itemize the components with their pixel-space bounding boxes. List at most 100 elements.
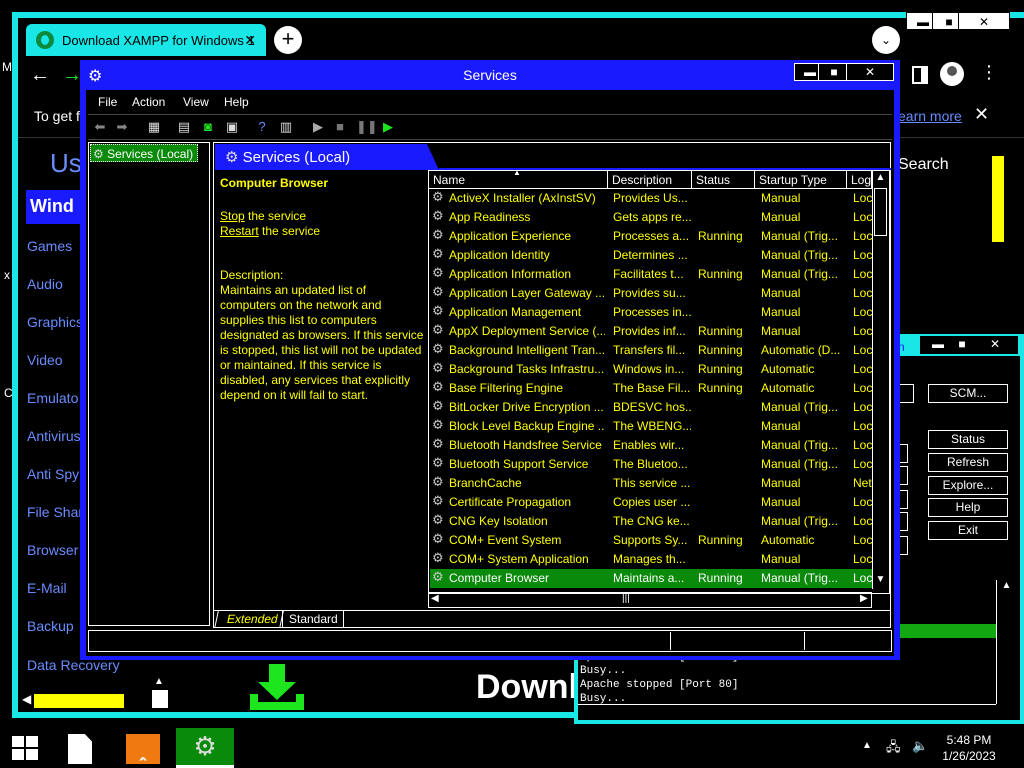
column-header-log-on-as[interactable]: Log	[847, 171, 872, 189]
show-hide-console-icon[interactable]: ▦	[146, 119, 162, 135]
list-hscrollbar[interactable]	[428, 592, 872, 608]
table-row[interactable]: ⚙ Bluetooth Support Service The Bluetoo...…	[430, 455, 872, 474]
category-link[interactable]: Games	[27, 238, 72, 254]
stop-link[interactable]: Stop	[220, 209, 245, 223]
menu-file[interactable]: File	[98, 95, 117, 109]
page-scrollbar-thumb[interactable]	[992, 156, 1004, 242]
category-link[interactable]: Graphics	[27, 314, 83, 330]
column-header-startup-type[interactable]: Startup Type	[755, 171, 847, 189]
category-link[interactable]: E-Mail	[27, 580, 67, 596]
table-row[interactable]: ⚙ Application Layer Gateway ... Provides s…	[430, 284, 872, 303]
stop-service-icon[interactable]: ■	[332, 119, 348, 135]
category-link[interactable]: Emulato	[27, 390, 78, 406]
log-scrollbar[interactable]: ▲	[996, 580, 1016, 704]
table-row[interactable]: ⚙ Application Identity Determines ... Manua…	[430, 246, 872, 265]
windows-category-tile[interactable]: Wind	[26, 190, 86, 224]
table-row[interactable]: ⚙ Background Tasks Infrastru... Windows in…	[430, 360, 872, 379]
clock-time[interactable]: 5:48 PM	[940, 733, 998, 747]
table-row[interactable]: ⚙ COM+ System Application Manages th... Man…	[430, 550, 872, 569]
table-row[interactable]: ⚙ ActiveX Installer (AxInstSV) Provides Us…	[430, 189, 872, 208]
forward-arrow-icon[interactable]: →	[62, 64, 82, 87]
table-row[interactable]: ⚙ Application Experience Processes a... Run…	[430, 227, 872, 246]
log-hscrollbar[interactable]	[578, 704, 996, 718]
column-header-description[interactable]: Description	[608, 171, 692, 189]
table-row[interactable]: ⚙ Bluetooth Handsfree Service Enables wir.…	[430, 436, 872, 455]
scroll-down-icon[interactable]: ▼	[873, 574, 888, 585]
table-row[interactable]: ⚙ COM+ Event System Supports Sy... Running A…	[430, 531, 872, 550]
export-list-icon[interactable]: ▣	[224, 119, 240, 135]
menu-help[interactable]: Help	[224, 95, 249, 109]
restart-link[interactable]: Restart	[220, 224, 259, 238]
table-row[interactable]: ⚙ BranchCache This service ... Manual Net	[430, 474, 872, 493]
network-icon[interactable]: 🖧	[886, 738, 901, 760]
help-icon[interactable]: ?	[254, 119, 270, 135]
volume-icon[interactable]: 🔈	[912, 738, 928, 754]
services-taskbar-icon[interactable]: ⚙	[176, 728, 234, 768]
scroll-up-icon[interactable]: ▲	[873, 172, 888, 183]
pause-service-icon[interactable]: ❚❚	[356, 119, 378, 135]
download-icon[interactable]	[248, 664, 306, 714]
table-row[interactable]: ⚙ App Readiness Gets apps re... Manual Loc	[430, 208, 872, 227]
help-button[interactable]: Help	[928, 498, 1008, 517]
category-link[interactable]: Anti Spy	[27, 466, 79, 482]
scroll-left-icon[interactable]: ◀	[431, 593, 439, 604]
restart-service-icon[interactable]: ▶	[380, 119, 396, 135]
explore-button[interactable]: Explore...	[928, 476, 1008, 495]
category-link[interactable]: Backup	[27, 618, 74, 634]
back-arrow-icon[interactable]: ←	[30, 64, 50, 87]
category-link[interactable]: Audio	[27, 276, 63, 292]
category-link[interactable]: Video	[27, 352, 63, 368]
menu-view[interactable]: View	[183, 95, 209, 109]
table-row[interactable]: ⚙ Application Management Processes in... Ma…	[430, 303, 872, 322]
category-link[interactable]: File Shar	[27, 504, 83, 520]
scroll-left-icon[interactable]: ◀	[22, 692, 31, 706]
windows-start-icon[interactable]	[12, 736, 38, 760]
menu-action[interactable]: Action	[132, 95, 165, 109]
tree-item-services-local[interactable]: ⚙ Services (Local)	[90, 144, 198, 162]
scm-button[interactable]: SCM...	[928, 384, 1008, 403]
table-row[interactable]: ⚙ Block Level Backup Engine ... The WBENG.…	[430, 417, 872, 436]
status-button[interactable]: Status	[928, 430, 1008, 449]
forward-icon[interactable]: ➡	[114, 119, 130, 135]
tab-search-button[interactable]: ⌄	[872, 26, 900, 54]
properties-icon[interactable]: ▤	[176, 119, 192, 135]
table-row[interactable]: ⚙ AppX Deployment Service (... Provides in…	[430, 322, 872, 341]
xampp-button-stub[interactable]	[898, 384, 914, 403]
xampp-close-button[interactable]: ✕	[972, 336, 1018, 354]
table-row[interactable]: ⚙ Application Information Facilitates t...…	[430, 265, 872, 284]
scroll-up-icon[interactable]: ▲	[154, 676, 164, 687]
close-tab-icon[interactable]: ✕	[244, 32, 256, 49]
browser-close-button[interactable]: ✕	[958, 12, 1010, 30]
action-pane-icon[interactable]: ▥	[278, 119, 294, 135]
hscroll-thumb-grip[interactable]: |||	[622, 593, 630, 604]
column-header-name[interactable]: Name ▲	[429, 168, 608, 189]
profile-avatar-icon[interactable]	[940, 62, 964, 86]
list-vscroll-thumb[interactable]	[874, 188, 887, 236]
column-header-status[interactable]: Status	[692, 171, 755, 189]
browser-tab-xampp[interactable]: Download XAMPP for Windows 1 ✕	[26, 24, 266, 56]
table-row[interactable]: ⚙ CNG Key Isolation The CNG ke... Manual (T…	[430, 512, 872, 531]
info-bar-close-icon[interactable]: ✕	[974, 104, 989, 125]
category-link[interactable]: Browser	[27, 542, 78, 558]
table-row[interactable]: ⚙ Base Filtering Engine The Base Fil... Run…	[430, 379, 872, 398]
scroll-up-icon[interactable]: ▲	[997, 580, 1016, 591]
learn-more-link[interactable]: earn more	[898, 108, 962, 124]
start-service-icon[interactable]: ▶	[310, 119, 326, 135]
services-close-button[interactable]: ✕	[846, 63, 894, 81]
table-row[interactable]: ⚙ BitLocker Drive Encryption ... BDESVC ho…	[430, 398, 872, 417]
show-hidden-icons-icon[interactable]: ▲	[862, 740, 872, 751]
refresh-icon[interactable]: ◙	[200, 119, 216, 135]
tab-extended[interactable]: Extended	[214, 611, 284, 628]
browser-menu-icon[interactable]: ⋮	[980, 62, 998, 83]
clock-date[interactable]: 1/26/2023	[940, 749, 998, 763]
table-row[interactable]: ⚙ Computer Browser Maintains a... Running Ma…	[430, 569, 872, 588]
xampp-taskbar-icon[interactable]: ꞈ	[126, 734, 160, 764]
side-panel-icon[interactable]	[912, 66, 928, 84]
back-icon[interactable]: ⬅	[92, 119, 108, 135]
file-explorer-icon[interactable]	[68, 734, 92, 764]
refresh-button[interactable]: Refresh	[928, 453, 1008, 472]
horizontal-scrollbar-thumb[interactable]	[34, 694, 124, 708]
category-link[interactable]: Antivirus	[27, 428, 81, 444]
scroll-right-icon[interactable]: ▶	[860, 593, 868, 604]
tab-standard[interactable]: Standard	[282, 611, 344, 628]
